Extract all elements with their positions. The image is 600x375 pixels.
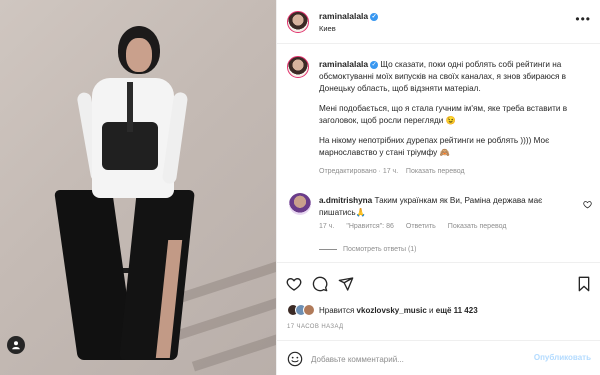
comment: a.dmitrishyna Таким українкам як Ви, Рам…	[319, 195, 579, 219]
bookmark-icon[interactable]	[575, 275, 593, 293]
likes-and: и	[429, 305, 434, 315]
emoji-icon[interactable]	[287, 351, 303, 367]
view-replies[interactable]: Посмотреть ответы (1)	[319, 246, 417, 253]
author-username[interactable]: raminalalala	[319, 11, 368, 21]
comment-icon[interactable]	[311, 275, 329, 293]
verified-badge-icon: ✓	[370, 60, 379, 69]
post-actions	[277, 262, 600, 302]
verified-badge-icon: ✓	[370, 12, 379, 21]
caption-meta: Отредактировано · 17 ч. Показать перевод	[319, 168, 465, 175]
user-tag-icon[interactable]	[7, 336, 25, 354]
figure-tie	[127, 82, 133, 132]
likes-summary[interactable]: Нравится vkozlovsky_music и ещё 11 423	[287, 304, 478, 316]
more-options-icon[interactable]: •••	[575, 12, 591, 26]
replies-divider	[319, 249, 337, 250]
instagram-post-modal: raminalalala ✓ Киев ••• raminalalala ✓ Що …	[0, 0, 600, 375]
caption-avatar[interactable]	[287, 56, 309, 78]
post-comment-button[interactable]: Опубликовать	[534, 353, 591, 362]
commenter-avatar[interactable]	[289, 193, 311, 215]
comment-likes[interactable]: "Нравится": 86	[346, 223, 394, 230]
comment-input[interactable]	[311, 352, 521, 366]
likes-prefix: Нравится	[319, 305, 355, 315]
caption-paragraph-3: На нікому непотрібних дурепах рейтинги н…	[319, 136, 550, 157]
comment-reply-link[interactable]: Ответить	[406, 223, 436, 230]
post-timestamp[interactable]: 17 ЧАСОВ НАЗАД	[287, 324, 344, 330]
comment-translate-link[interactable]: Показать перевод	[448, 223, 507, 230]
post-details-panel: raminalalala ✓ Киев ••• raminalalala ✓ Що …	[276, 0, 600, 375]
likes-count[interactable]: ещё 11 423	[436, 306, 478, 315]
likes-user[interactable]: vkozlovsky_music	[357, 306, 427, 315]
caption-username[interactable]: raminalalala	[319, 59, 368, 69]
post-location[interactable]: Киев	[319, 24, 336, 33]
author-avatar[interactable]	[287, 11, 309, 33]
edited-label: Отредактировано · 17 ч.	[319, 168, 399, 175]
caption: raminalalala ✓ Що сказати, поки одні робл…	[319, 58, 589, 167]
comment-time: 17 ч.	[319, 223, 335, 230]
paper-plane-icon[interactable]	[337, 275, 355, 293]
view-replies-label[interactable]: Посмотреть ответы (1)	[343, 246, 417, 253]
commenter-username[interactable]: a.dmitrishyna	[319, 196, 372, 205]
post-photo[interactable]	[0, 0, 276, 375]
comment-like-icon[interactable]	[583, 200, 592, 211]
caption-translate-link[interactable]: Показать перевод	[406, 168, 465, 175]
post-header: raminalalala ✓ Киев •••	[277, 0, 600, 44]
liker-avatar	[303, 304, 315, 316]
add-comment-bar: Опубликовать	[277, 340, 600, 375]
author-username-row[interactable]: raminalalala ✓	[319, 11, 379, 21]
comment-meta: 17 ч. "Нравится": 86 Ответить Показать п…	[319, 223, 506, 230]
figure-face	[126, 38, 152, 72]
caption-paragraph-2: Мені подобається, що я стала гучним ім'я…	[319, 104, 568, 125]
heart-icon[interactable]	[285, 275, 303, 293]
